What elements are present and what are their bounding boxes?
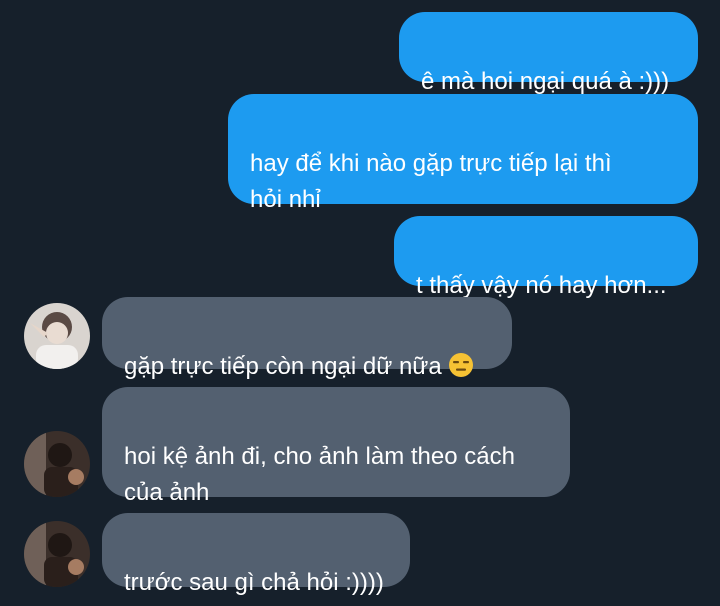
avatar-photo (24, 303, 90, 369)
outgoing-message[interactable]: ê mà hoi ngại quá à :))) (399, 12, 698, 95)
expressionless-face-emoji (448, 352, 474, 378)
contact-avatar[interactable] (24, 521, 90, 587)
message-text: hoi kệ ảnh đi, cho ảnh làm theo cách của… (124, 443, 515, 506)
message-text: trước sau gì chả hỏi :)))) (124, 569, 384, 596)
contact-avatar[interactable] (24, 431, 90, 497)
message-text: gặp trực tiếp còn ngại dữ nữa (124, 353, 449, 380)
message-text: ê mà hoi ngại quá à :))) (421, 68, 670, 95)
incoming-message[interactable]: gặp trực tiếp còn ngại dữ nữa (102, 297, 512, 380)
outgoing-message[interactable]: t thấy vậy nó hay hơn... (394, 216, 698, 299)
message-text: hay để khi nào gặp trực tiếp lại thì hỏi… (250, 150, 612, 213)
outgoing-message[interactable]: hay để khi nào gặp trực tiếp lại thì hỏi… (228, 94, 698, 213)
incoming-message[interactable]: hoi kệ ảnh đi, cho ảnh làm theo cách của… (102, 387, 570, 506)
message-text: t thấy vậy nó hay hơn... (416, 272, 667, 299)
incoming-message[interactable]: trước sau gì chả hỏi :)))) (102, 513, 410, 596)
avatar-photo (24, 521, 90, 587)
contact-avatar[interactable] (24, 303, 90, 369)
avatar-photo (24, 431, 90, 497)
